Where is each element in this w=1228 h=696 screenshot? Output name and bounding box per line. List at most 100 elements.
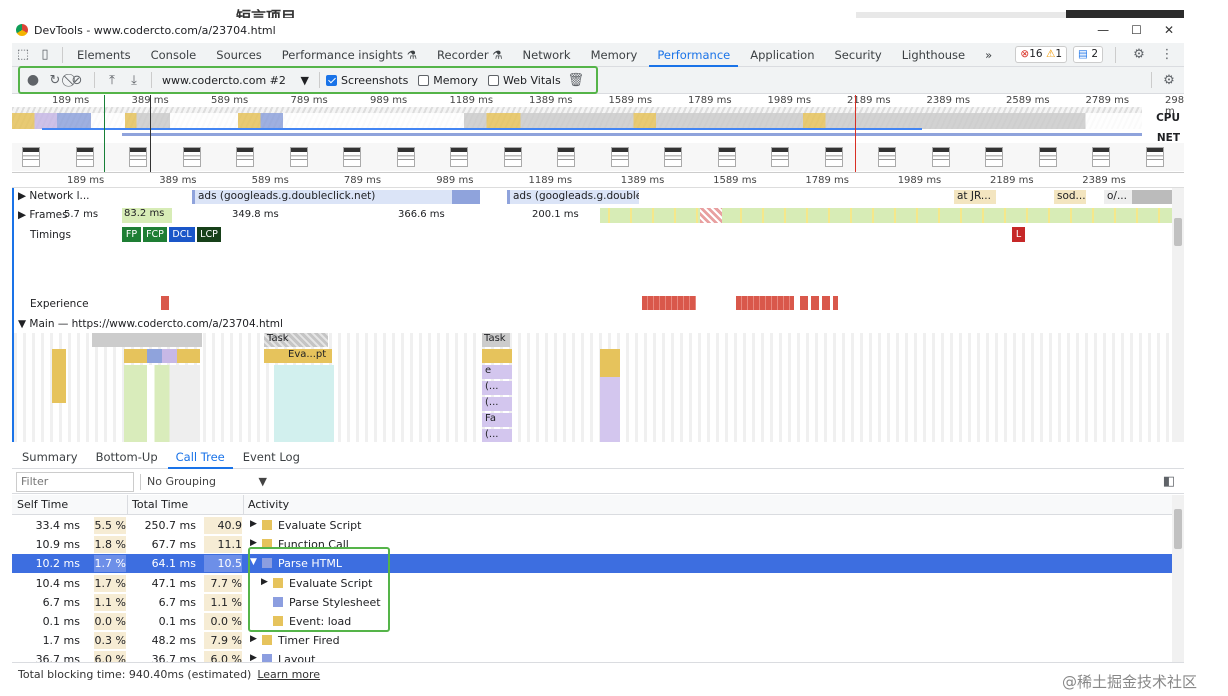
screenshot-thumbnail[interactable] [22,147,40,167]
frames-track-label[interactable]: ▶ Frames [18,209,68,221]
network-request[interactable]: o/... [1104,190,1132,204]
expand-arrow-icon[interactable]: ▶ [250,519,257,529]
screenshot-thumbnail[interactable] [717,147,736,167]
upload-profile-icon[interactable]: ⤒ [101,69,123,91]
close-button[interactable]: ✕ [1164,23,1174,37]
flame-slice[interactable]: e [482,365,512,379]
evaluate-script-slice[interactable]: Eva...pt [264,349,332,363]
timeline-tracks[interactable]: ▶ Network l... ads (googleads.g.doublecl… [12,188,1172,442]
load-marker[interactable]: L [1012,227,1025,242]
flame-slice[interactable]: Fa [482,413,512,427]
call-tree-row[interactable]: 1.7 ms 0.3 % 48.2 ms 7.9 % ▶ Timer Fired [12,631,1172,650]
capture-settings-gear-icon[interactable]: ⚙ [1158,69,1180,91]
flame-slice[interactable]: (... [482,397,512,411]
layout-shift[interactable] [161,296,169,310]
tab-network[interactable]: Network [515,43,579,67]
network-track-label[interactable]: ▶ Network l... [18,190,90,202]
flame-slice[interactable]: (... [482,381,512,395]
call-tree-row[interactable]: 10.9 ms1.8 %67.7 ms11.1 %▶Function Call [12,535,1172,568]
tab-bottom-up[interactable]: Bottom-Up [88,445,166,469]
layout-shift[interactable] [642,296,696,310]
screenshot-thumbnail[interactable] [610,147,629,167]
screenshot-thumbnail[interactable] [1145,147,1164,167]
task-slice[interactable]: Task [264,333,328,347]
tab-elements[interactable]: Elements [69,43,139,67]
screenshot-thumbnail[interactable] [503,147,522,167]
tab-sources[interactable]: Sources [208,43,270,67]
settings-gear-icon[interactable]: ⚙ [1128,44,1150,66]
device-toolbar-icon[interactable]: ▯ [34,44,56,66]
maximize-button[interactable]: ☐ [1131,23,1142,37]
network-request[interactable]: ads (googleads.g.double... [507,190,639,204]
screenshot-thumbnail[interactable] [182,147,201,167]
screenshot-thumbnail[interactable] [289,147,308,167]
flame-slice[interactable] [482,349,512,363]
vertical-scrollbar[interactable] [1172,188,1184,442]
tab-security[interactable]: Security [827,43,890,67]
task-slice[interactable] [92,333,202,347]
screenshot-thumbnail[interactable] [129,147,147,167]
fcp-marker[interactable]: FCP [143,227,167,242]
call-tree-row[interactable]: 6.7 ms 1.1 % 6.7 ms 1.1 % Parse Stylesheet [12,593,1172,612]
screenshot-thumbnail[interactable] [557,147,575,167]
issues-badge[interactable]: ⊗16 ⚠1 [1015,46,1068,63]
download-profile-icon[interactable]: ⤓ [123,69,145,91]
layout-shift[interactable] [800,296,838,310]
screenshots-checkbox[interactable]: Screenshots [326,74,408,87]
layout-shift[interactable] [736,296,794,310]
expand-arrow-icon[interactable]: ▶ [250,634,257,644]
screenshot-thumbnail[interactable] [771,147,789,167]
call-tree-row[interactable]: 10.4 ms 1.7 % 47.1 ms 7.7 % ▶ Evaluate Script [12,574,1172,593]
tab-performance-insights[interactable]: Performance insights ⚗ [274,43,425,67]
screenshot-thumbnail[interactable] [1092,147,1110,167]
clear-icon[interactable]: ⃠⊘ [66,69,88,91]
network-request[interactable]: sod... [1054,190,1086,204]
screenshot-thumbnail[interactable] [75,147,94,167]
trash-icon[interactable]: 🗑 [565,69,587,91]
tab-lighthouse[interactable]: Lighthouse [894,43,973,67]
tab-summary[interactable]: Summary [14,445,86,469]
web-vitals-checkbox[interactable]: Web Vitals [488,74,561,87]
messages-badge[interactable]: ▤ 2 [1073,46,1103,63]
fp-marker[interactable]: FP [122,227,141,242]
screenshot-thumbnail[interactable] [396,147,415,167]
screenshot-thumbnail[interactable] [931,147,950,167]
toggle-sidebar-icon[interactable]: ◧ [1158,471,1180,493]
tab-memory[interactable]: Memory [583,43,646,67]
screenshot-thumbnail[interactable] [985,147,1003,167]
screenshot-thumbnail[interactable] [450,147,468,167]
screenshot-thumbnail[interactable] [664,147,682,167]
dcl-marker[interactable]: DCL [169,227,195,242]
network-request[interactable]: at JR... [954,190,996,204]
learn-more-link[interactable]: Learn more [257,668,320,681]
screenshot-thumbnail[interactable] [343,147,361,167]
call-tree-scrollbar[interactable] [1172,495,1184,662]
frame[interactable]: 83.2 ms [122,208,172,223]
flame-slice[interactable]: (... [482,429,512,442]
target-select[interactable]: www.codercto.com #2 ▼ [158,74,313,87]
call-tree-row[interactable]: 36.7 ms 6.0 % 36.7 ms 6.0 % ▶ Layout [12,650,1172,662]
tab-[interactable]: » [977,43,1000,67]
main-thread-label[interactable]: ▼ Main — https://www.codercto.com/a/2370… [18,318,283,330]
record-icon[interactable]: ● [22,69,44,91]
tab-recorder[interactable]: Recorder ⚗ [429,43,511,67]
call-tree-row[interactable]: 33.4 ms 5.5 % 250.7 ms 40.9 % ▶ Evaluate Scri… [12,516,1172,549]
network-request[interactable]: ads (googleads.g.doubleclick.net) [192,190,462,204]
reload-record-icon[interactable]: ↻ [44,69,66,91]
tab-console[interactable]: Console [143,43,205,67]
tab-performance[interactable]: Performance [649,43,739,67]
total-time-header[interactable]: Total Time [132,498,188,511]
scrollbar-thumb[interactable] [1174,509,1182,549]
screenshot-thumbnail[interactable] [878,147,896,167]
inspect-element-icon[interactable]: ⬚ [12,44,34,66]
screenshot-thumbnail[interactable] [824,147,843,167]
expand-arrow-icon[interactable]: ▶ [250,653,257,662]
memory-checkbox[interactable]: Memory [418,74,478,87]
call-tree-row[interactable]: 10.2 ms1.7 %64.1 ms10.5 %▼Parse HTML [12,554,1172,587]
activity-header[interactable]: Activity [248,498,289,511]
grouping-select[interactable]: No Grouping ▼ [147,475,267,488]
filter-input[interactable] [16,471,134,492]
screenshot-thumbnail[interactable] [236,147,254,167]
self-time-header[interactable]: Self Time [17,498,68,511]
tab-event-log[interactable]: Event Log [235,445,308,469]
